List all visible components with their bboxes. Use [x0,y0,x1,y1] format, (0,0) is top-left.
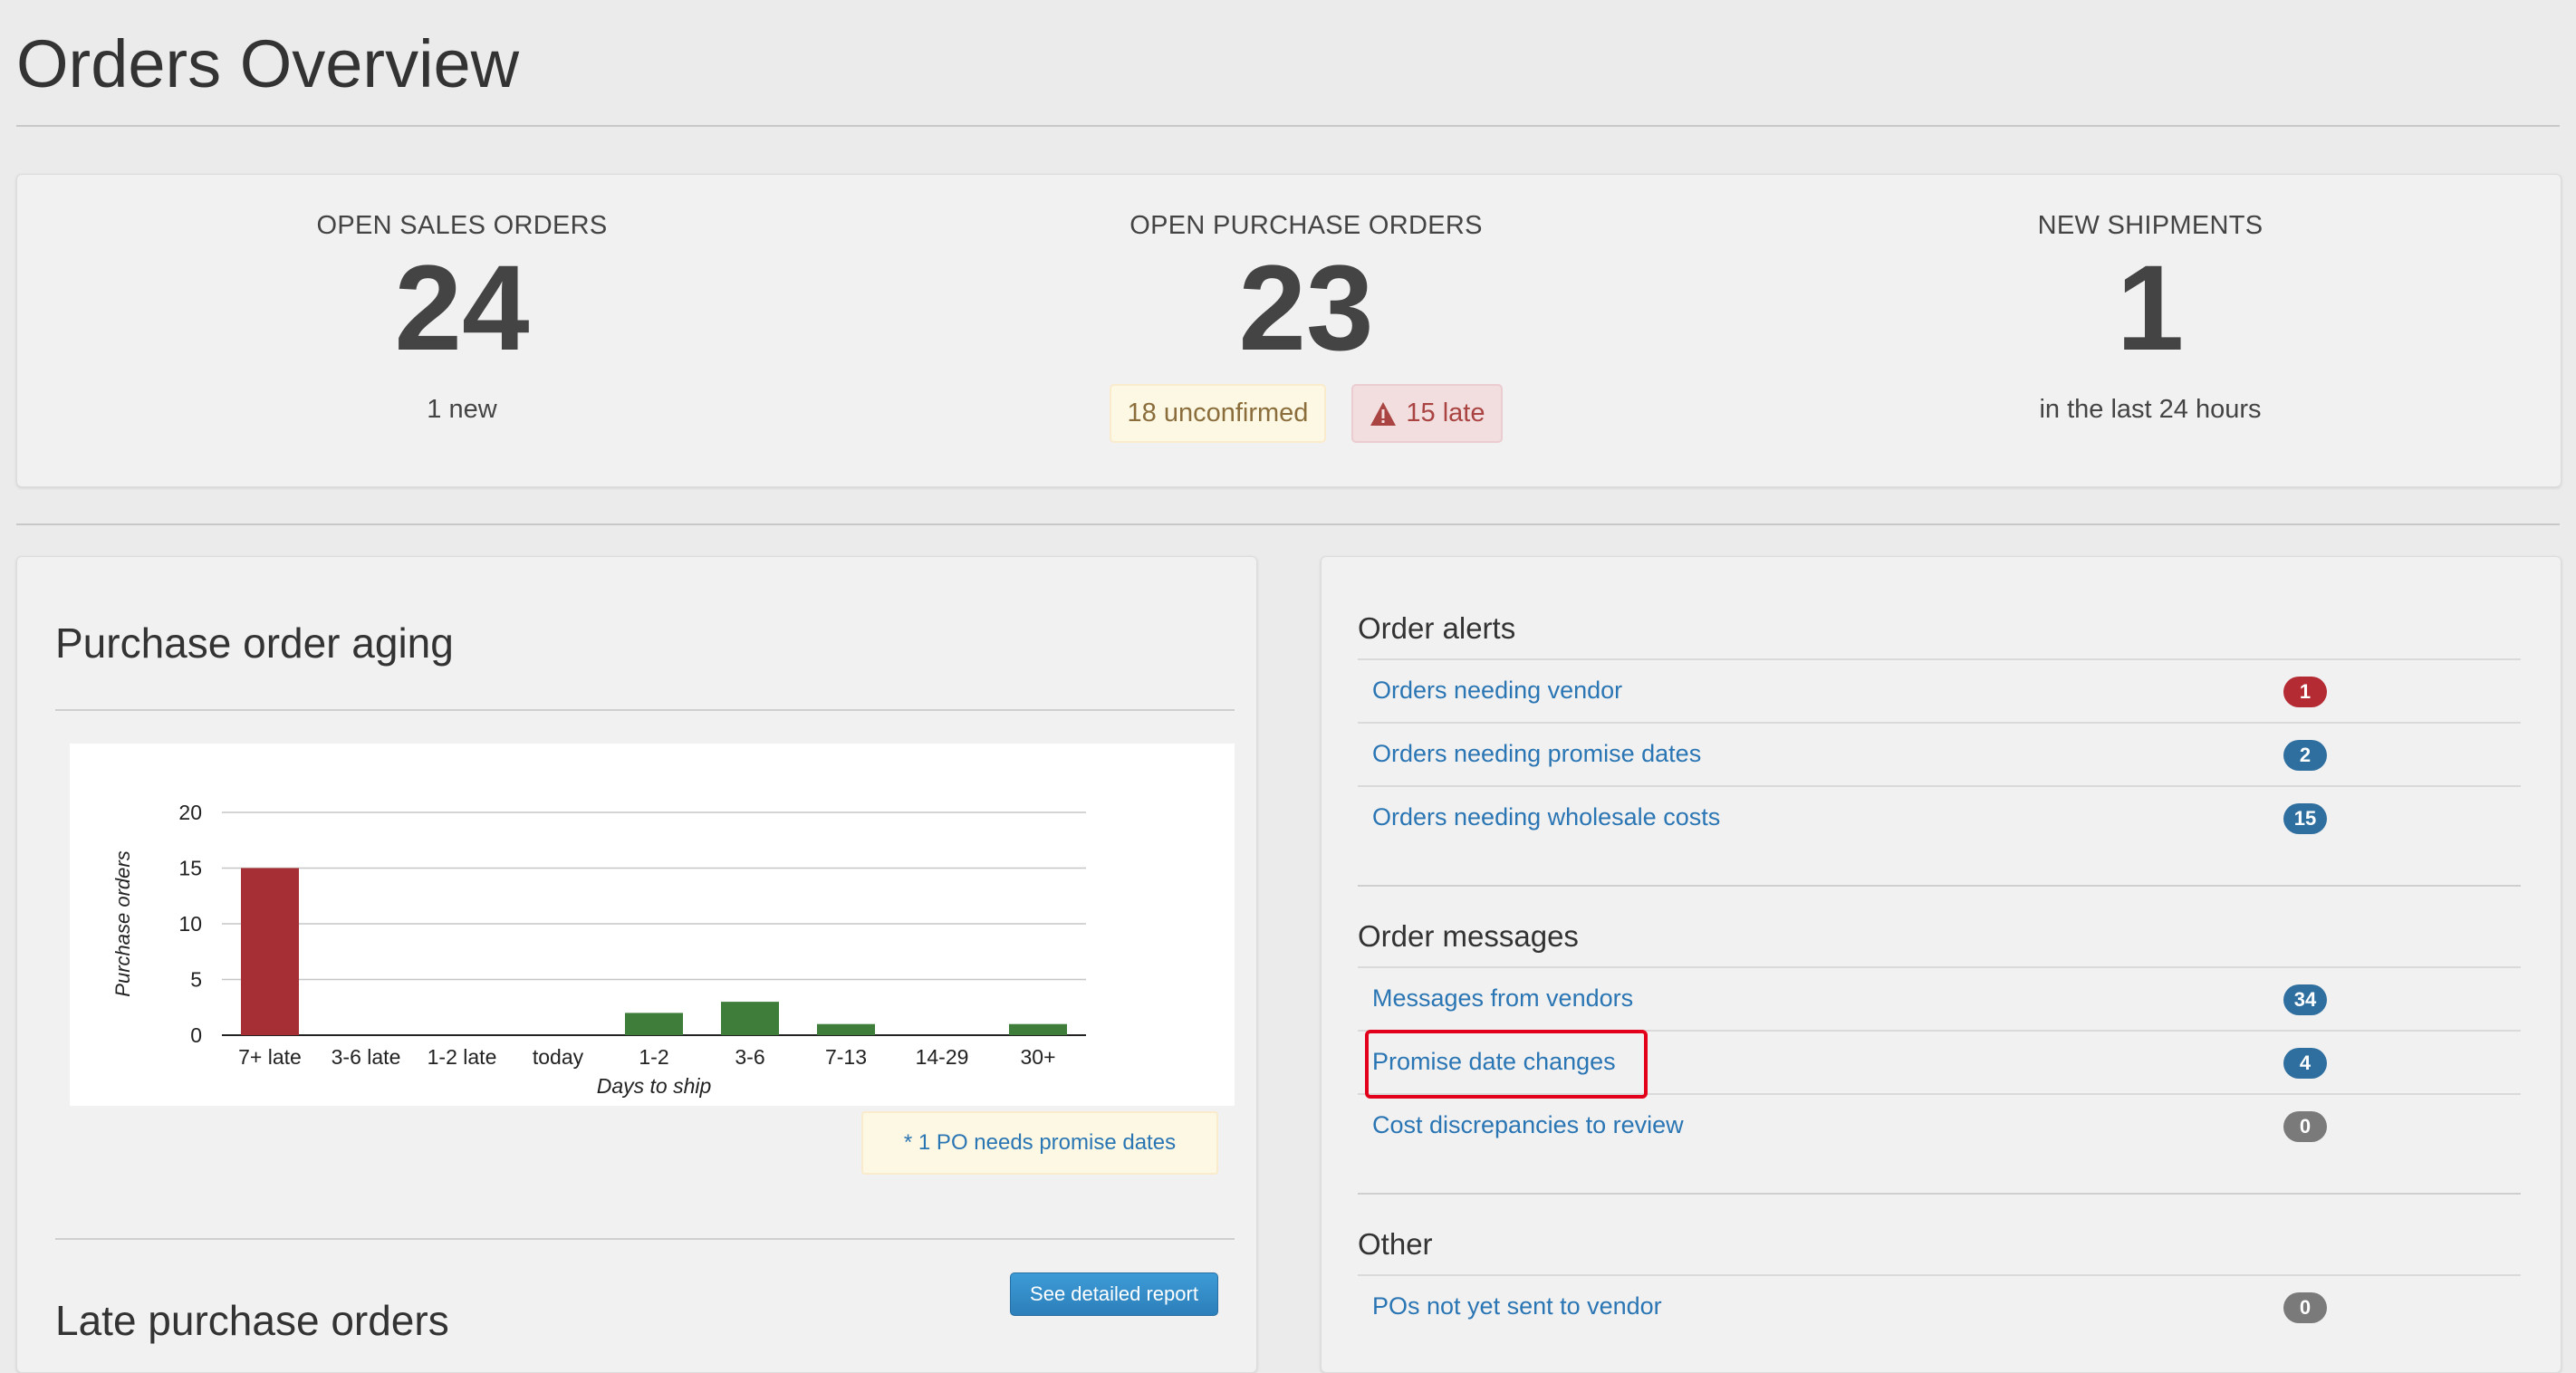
y-tick-label: 15 [178,857,202,880]
late-badge[interactable]: 15 late [1351,384,1504,443]
page-title: Orders Overview [16,26,520,101]
open-sales-stat: OPEN SALES ORDERS 24 1 new [145,211,779,425]
highlight-box [1365,1030,1648,1099]
count-badge: 1 [2283,677,2327,707]
count-badge: 15 [2283,803,2327,834]
title-divider [16,125,2560,127]
aging-chart-svg: 0 5 10 15 20 7+ late 3-6 late 1-2 late today 1-2 3… [111,801,1086,1098]
order-messages-title: Order messages [1358,919,1579,953]
count-badge: 0 [2283,1292,2327,1323]
open-purchase-stat: OPEN PURCHASE ORDERS 23 18 unconfirmed 1… [989,211,1623,443]
count-badge: 4 [2283,1048,2327,1079]
x-tick-label: 7+ late [238,1045,302,1069]
open-purchase-label: OPEN PURCHASE ORDERS [1129,211,1483,240]
y-tick-label: 5 [190,968,202,992]
open-sales-new: 1 new [427,395,497,424]
x-tick-label: today [533,1045,584,1069]
stats-panel: OPEN SALES ORDERS 24 1 new OPEN PURCHASE… [16,174,2562,487]
promise-dates-note-text: * 1 PO needs promise dates [903,1130,1177,1155]
alerts-divider [1358,885,2521,887]
warning-icon [1370,401,1397,426]
other-row: POs not yet sent to vendor 0 [1358,1274,2521,1339]
unconfirmed-label: 18 unconfirmed [1127,398,1309,427]
other-link[interactable]: POs not yet sent to vendor [1372,1292,1662,1320]
message-link[interactable]: Cost discrepancies to review [1372,1111,1684,1139]
alerts-panel: Order alerts Orders needing vendor 1 Order… [1321,556,2562,1373]
late-label: 15 late [1406,398,1485,427]
x-tick-label: 7-13 [825,1045,867,1069]
message-row: Messages from vendors 34 [1358,966,2521,1032]
promise-dates-note[interactable]: * 1 PO needs promise dates [861,1111,1218,1175]
x-tick-label: 1-2 late [428,1045,497,1069]
chart-bar[interactable] [625,1013,683,1035]
chart-bar[interactable] [721,1002,779,1035]
section-divider [16,523,2560,525]
y-tick-label: 0 [190,1023,202,1047]
aging-panel: Purchase order aging 0 5 10 15 20 7+ late 3-6 … [16,556,1257,1373]
message-row: Cost discrepancies to review 0 [1358,1093,2521,1158]
count-badge: 34 [2283,984,2327,1015]
y-axis-label: Purchase orders [111,850,134,996]
x-tick-label: 3-6 [735,1045,764,1069]
new-shipments-period: in the last 24 hours [2039,395,2262,424]
count-badge: 0 [2283,1111,2327,1142]
alert-row: Orders needing promise dates 2 [1358,722,2521,787]
x-tick-label: 1-2 [639,1045,668,1069]
y-tick-label: 10 [178,912,202,936]
open-sales-label: OPEN SALES ORDERS [316,211,608,240]
other-title: Other [1358,1227,1433,1261]
message-link[interactable]: Messages from vendors [1372,984,1633,1013]
x-tick-label: 3-6 late [332,1045,401,1069]
count-badge: 2 [2283,740,2327,771]
x-axis-label: Days to ship [597,1074,712,1098]
aging-title: Purchase order aging [55,619,454,667]
aging-chart: 0 5 10 15 20 7+ late 3-6 late 1-2 late today 1-2 3… [70,744,1235,1106]
alert-link[interactable]: Orders needing wholesale costs [1372,803,1720,831]
new-shipments-stat: NEW SHIPMENTS 1 in the last 24 hours [1833,211,2467,425]
chart-bar[interactable] [1009,1023,1067,1035]
late-orders-title: Late purchase orders [55,1297,449,1344]
alert-link[interactable]: Orders needing vendor [1372,677,1622,705]
open-sales-count[interactable]: 24 [145,248,779,370]
new-shipments-count[interactable]: 1 [1833,248,2467,370]
aging-bottom-divider [55,1238,1235,1240]
open-purchase-count[interactable]: 23 [989,248,1623,370]
alert-row: Orders needing wholesale costs 15 [1358,785,2521,850]
see-detailed-report-button[interactable]: See detailed report [1010,1272,1218,1316]
alert-link[interactable]: Orders needing promise dates [1372,740,1701,768]
order-alerts-title: Order alerts [1358,611,1516,645]
chart-bar[interactable] [817,1023,875,1035]
alert-row: Orders needing vendor 1 [1358,658,2521,724]
x-tick-label: 14-29 [916,1045,969,1069]
y-tick-label: 20 [178,801,202,824]
chart-bar[interactable] [241,868,299,1036]
aging-title-divider [55,709,1235,711]
messages-divider [1358,1193,2521,1195]
x-tick-label: 30+ [1020,1045,1055,1069]
unconfirmed-badge[interactable]: 18 unconfirmed [1109,384,1327,443]
new-shipments-label: NEW SHIPMENTS [2037,211,2264,240]
